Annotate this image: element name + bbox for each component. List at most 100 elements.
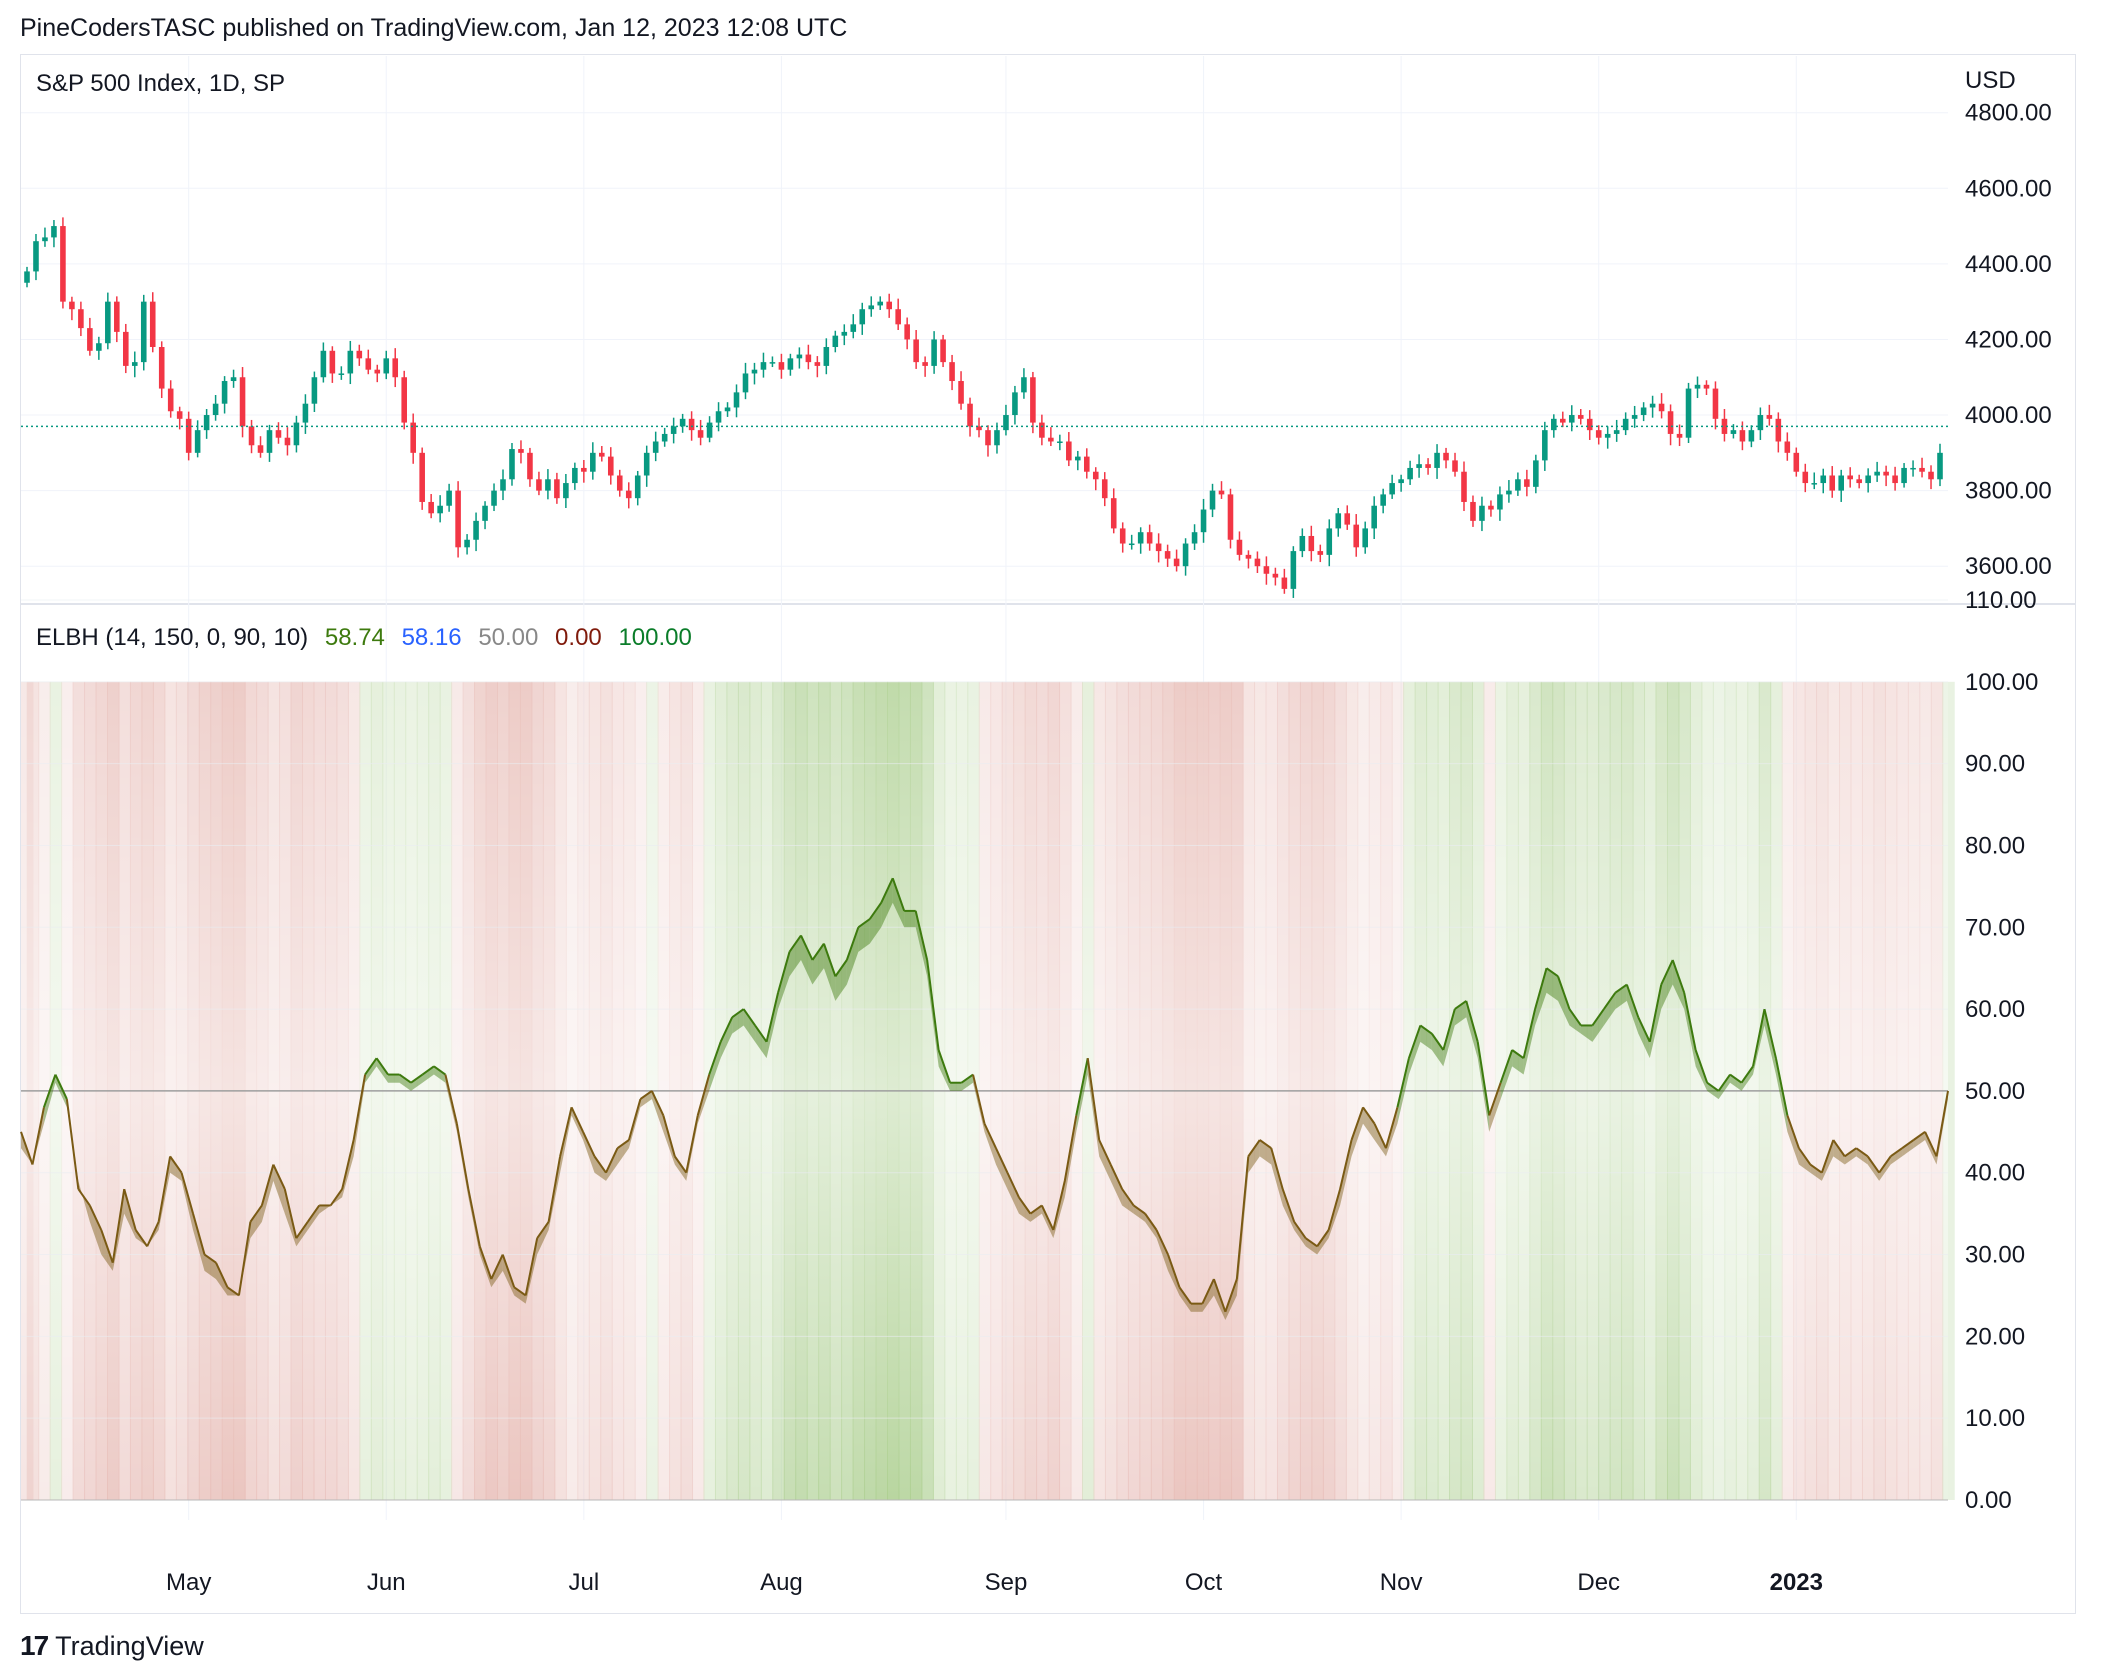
candle-body — [1506, 490, 1512, 495]
chart-root: PineCodersTASC published on TradingView.… — [0, 0, 2104, 1678]
candle-body — [221, 381, 228, 404]
candle-body — [625, 490, 632, 499]
candle-body — [42, 237, 48, 242]
tradingview-logo[interactable]: 17 TradingView — [20, 1630, 204, 1662]
month-label: May — [166, 1569, 211, 1596]
candle-body — [1380, 494, 1386, 506]
candle-body — [482, 505, 488, 521]
candle-body — [1209, 490, 1216, 510]
candle-body — [131, 362, 138, 366]
candle-body — [832, 335, 839, 348]
candle-body — [931, 339, 937, 366]
candle-body — [1362, 528, 1368, 548]
candle-body — [1622, 418, 1629, 431]
indicator-fill-segment — [1190, 1303, 1203, 1312]
candle-body — [742, 373, 749, 393]
legend-value-lower-band: 0.00 — [555, 624, 602, 651]
candle-body — [1901, 467, 1907, 484]
candle-body — [473, 520, 479, 540]
indicator-tick-label: 50.00 — [1965, 1078, 2025, 1105]
candle-body — [1649, 403, 1656, 408]
candle-body — [1048, 437, 1054, 442]
candle-body — [697, 430, 704, 438]
candle-body — [554, 479, 560, 499]
indicator-tick-label: 80.00 — [1965, 832, 2025, 859]
candle-body — [1066, 441, 1072, 461]
indicator-fill-segment — [950, 1082, 962, 1091]
candle-body — [1263, 566, 1270, 574]
candle-body — [679, 418, 686, 427]
candle-body — [590, 452, 596, 472]
candle-body — [1919, 467, 1925, 472]
candle-body — [392, 358, 399, 378]
candle-body — [1021, 377, 1027, 393]
candle-body — [1164, 551, 1171, 559]
candle-body — [239, 377, 246, 427]
candle-body — [706, 422, 713, 438]
indicator-tick-label: 70.00 — [1965, 914, 2025, 941]
candle-body — [868, 305, 875, 310]
candle-body — [1497, 494, 1503, 510]
candle-body — [329, 350, 336, 374]
indicator-title: ELBH (14, 150, 0, 90, 10) — [36, 624, 309, 651]
candle-body — [922, 362, 928, 366]
candle-body — [670, 426, 677, 434]
candle-body — [311, 377, 318, 404]
candle-body — [1218, 490, 1225, 495]
candle-body — [1811, 483, 1818, 485]
candle-body — [1452, 460, 1458, 472]
candle-body — [599, 452, 605, 457]
candle-body — [149, 301, 156, 348]
candle-body — [877, 301, 884, 306]
candle-body — [536, 479, 542, 491]
candle-body — [1757, 415, 1764, 431]
candle-body — [1110, 498, 1117, 529]
candle-body — [1542, 430, 1548, 461]
candle-body — [1865, 475, 1871, 484]
candle-body — [1775, 418, 1782, 442]
candle-body — [1308, 535, 1315, 552]
candle-body — [652, 441, 659, 453]
candle-body — [823, 347, 830, 366]
indicator-tick-label: 110.00 — [1965, 587, 2037, 614]
candle-body — [1092, 471, 1099, 480]
candle-body — [158, 347, 165, 389]
candle-body — [1694, 384, 1701, 389]
month-label: Jun — [367, 1569, 406, 1596]
chart-canvas[interactable]: May Jun Jul Aug Sep Oct Nov Dec 2023 4800.00 4600.… — [0, 0, 2104, 1678]
candle-body — [1748, 430, 1755, 442]
candle-body — [24, 271, 30, 283]
candle-body — [563, 483, 569, 499]
legend-value-elbh: 58.74 — [324, 624, 385, 651]
candle-body — [1344, 513, 1351, 525]
candle-body — [1856, 479, 1862, 484]
candle-body — [446, 490, 452, 506]
candle-body — [60, 226, 66, 302]
candle-body — [1937, 452, 1943, 480]
candle-body — [1533, 460, 1539, 487]
candle-body — [1335, 513, 1342, 529]
candle-body — [1559, 418, 1566, 423]
candle-body — [1829, 475, 1836, 491]
indicator-fill-segment — [388, 1074, 400, 1083]
candle-body — [1766, 415, 1773, 419]
candle-body — [715, 411, 722, 423]
candle-body — [643, 452, 650, 476]
candle-body — [1613, 430, 1620, 434]
candle-body — [1137, 532, 1144, 544]
candle-body — [212, 403, 219, 416]
candle-body — [365, 358, 372, 370]
month-label: Sep — [985, 1569, 1028, 1596]
candle-body — [545, 479, 551, 491]
candle-body — [1146, 532, 1153, 544]
candle-body — [176, 411, 183, 419]
candle-body — [1326, 528, 1333, 555]
candle-body — [1003, 415, 1009, 431]
candle-body — [1443, 452, 1449, 461]
candle-body — [895, 309, 901, 325]
price-tick-label: 4000.00 — [1965, 402, 2052, 429]
candle-body — [1874, 471, 1880, 476]
legend-value-signal: 58.16 — [401, 624, 462, 651]
price-tick-label: 4400.00 — [1965, 251, 2052, 278]
candle-body — [1631, 415, 1638, 419]
